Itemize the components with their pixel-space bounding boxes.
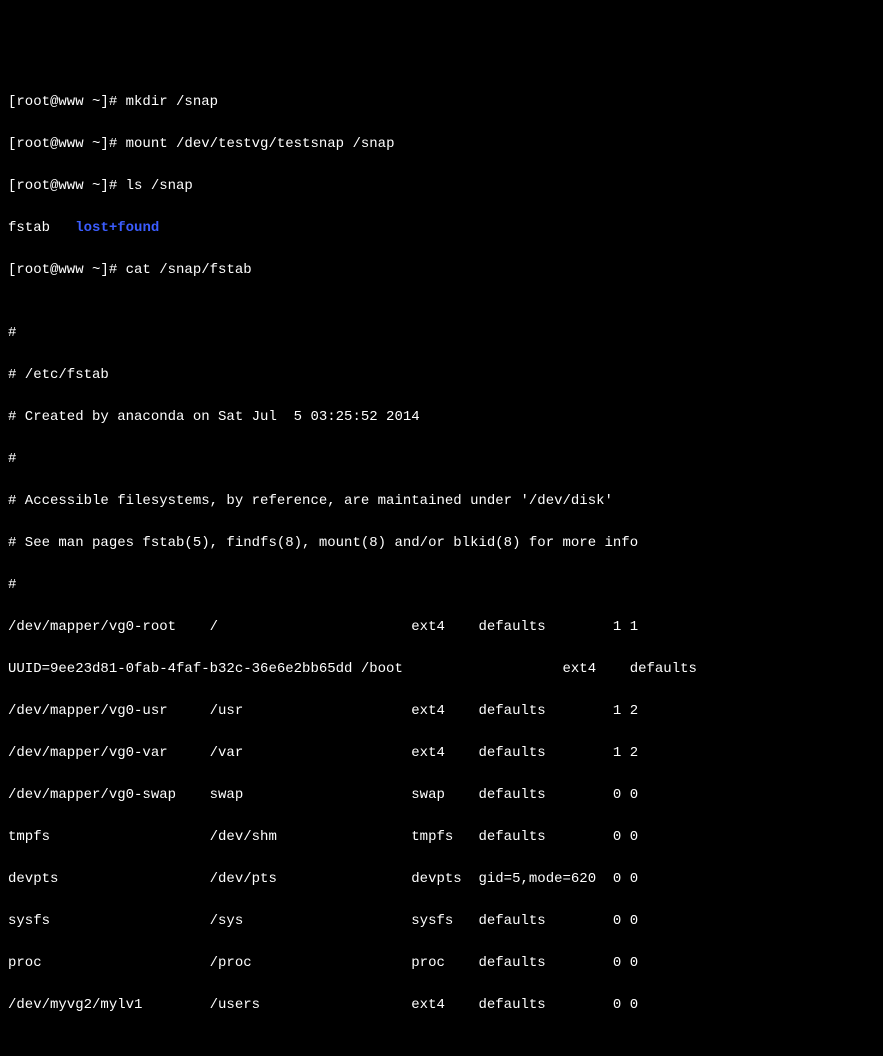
command-cat: cat /snap/fstab <box>126 262 252 278</box>
fstab-entry-tmpfs: tmpfs /dev/shm tmpfs defaults 0 0 <box>8 827 875 848</box>
terminal-line-mkdir: [root@www ~]# mkdir /snap <box>8 92 875 113</box>
terminal-line-mount: [root@www ~]# mount /dev/testvg/testsnap… <box>8 134 875 155</box>
fstab-comment: # <box>8 323 875 344</box>
shell-prompt: [root@www ~]# <box>8 136 126 152</box>
ls-item-lostfound: lost+found <box>75 220 159 236</box>
command-ls: ls /snap <box>126 178 193 194</box>
fstab-entry-sysfs: sysfs /sys sysfs defaults 0 0 <box>8 911 875 932</box>
fstab-comment: # See man pages fstab(5), findfs(8), mou… <box>8 533 875 554</box>
fstab-entry-usr: /dev/mapper/vg0-usr /usr ext4 defaults 1… <box>8 701 875 722</box>
shell-prompt: [root@www ~]# <box>8 94 126 110</box>
fstab-entry-devpts: devpts /dev/pts devpts gid=5,mode=620 0 … <box>8 869 875 890</box>
fstab-comment: # Accessible filesystems, by reference, … <box>8 491 875 512</box>
fstab-comment: # /etc/fstab <box>8 365 875 386</box>
fstab-entry-boot: UUID=9ee23d81-0fab-4faf-b32c-36e6e2bb65d… <box>8 659 875 680</box>
fstab-comment: # <box>8 575 875 596</box>
fstab-entry-var: /dev/mapper/vg0-var /var ext4 defaults 1… <box>8 743 875 764</box>
ls-spacer <box>50 220 75 236</box>
terminal-line-cat: [root@www ~]# cat /snap/fstab <box>8 260 875 281</box>
fstab-entry-swap: /dev/mapper/vg0-swap swap swap defaults … <box>8 785 875 806</box>
fstab-entry-proc: proc /proc proc defaults 0 0 <box>8 953 875 974</box>
ls-output-line: fstab lost+found <box>8 218 875 239</box>
fstab-comment: # <box>8 449 875 470</box>
shell-prompt: [root@www ~]# <box>8 262 126 278</box>
command-mkdir: mkdir /snap <box>126 94 218 110</box>
fstab-entry-users: /dev/myvg2/mylv1 /users ext4 defaults 0 … <box>8 995 875 1016</box>
shell-prompt: [root@www ~]# <box>8 178 126 194</box>
terminal-line-ls: [root@www ~]# ls /snap <box>8 176 875 197</box>
fstab-comment: # Created by anaconda on Sat Jul 5 03:25… <box>8 407 875 428</box>
command-mount: mount /dev/testvg/testsnap /snap <box>126 136 395 152</box>
fstab-entry-root: /dev/mapper/vg0-root / ext4 defaults 1 1 <box>8 617 875 638</box>
ls-item-fstab: fstab <box>8 220 50 236</box>
